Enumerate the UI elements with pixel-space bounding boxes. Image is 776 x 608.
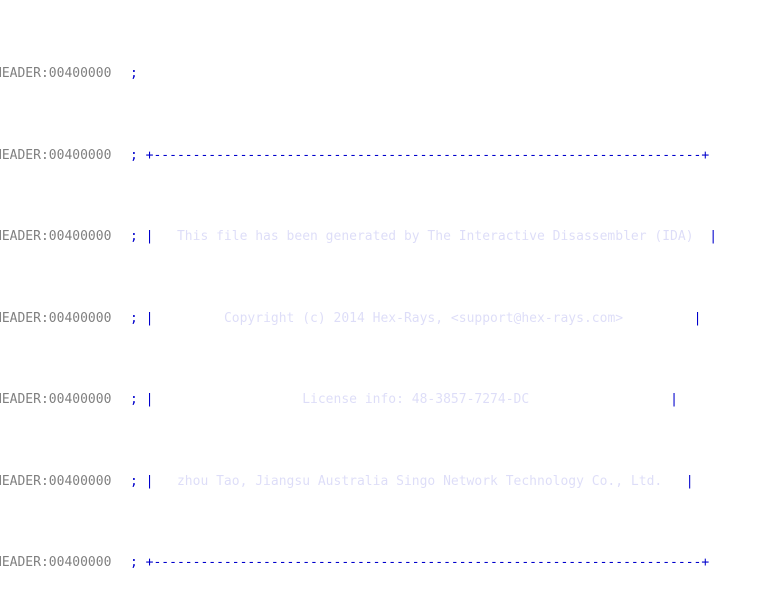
listing-row[interactable]: HEADER:00400000; | License info: 48-3857… — [0, 392, 776, 408]
address-gutter: HEADER:00400000 — [0, 229, 112, 245]
address-gutter: HEADER:00400000 — [0, 555, 112, 571]
comment-marker: ; — [130, 392, 146, 408]
address-gutter: HEADER:00400000 — [0, 66, 112, 82]
banner-text-1: This file has been generated by The Inte… — [176, 229, 694, 245]
address-gutter: HEADER:00400000 — [0, 473, 112, 489]
banner-text-3: License info: 48-3857-7274-DC — [302, 392, 530, 408]
comment-marker: ; — [130, 229, 146, 245]
banner-text-2: Copyright (c) 2014 Hex-Rays, <support@he… — [223, 310, 624, 326]
banner-text-4: zhou Tao, Jiangsu Australia Singo Networ… — [176, 473, 663, 489]
listing-row[interactable]: HEADER:00400000; | This file has been ge… — [0, 229, 776, 245]
address-gutter: HEADER:00400000 — [0, 147, 112, 163]
banner-side-right: | — [670, 392, 678, 408]
address-gutter: HEADER:00400000 — [0, 310, 112, 326]
comment-marker: ; — [130, 66, 146, 82]
disassembly-listing[interactable]: HEADER:00400000; HEADER:00400000; +-----… — [0, 1, 776, 608]
listing-row[interactable]: HEADER:00400000; +----------------------… — [0, 148, 776, 164]
banner-top-border: +---------------------------------------… — [145, 147, 710, 163]
banner-bottom-border: +---------------------------------------… — [145, 555, 710, 571]
listing-row[interactable]: HEADER:00400000; | zhou Tao, Jiangsu Aus… — [0, 474, 776, 490]
banner-side-right: | — [685, 473, 694, 489]
comment-marker: ; — [130, 473, 146, 489]
comment-marker: ; — [130, 310, 146, 326]
ida-disassembly-view[interactable]: HEADER:00400000; HEADER:00400000; +-----… — [0, 0, 776, 608]
comment-marker: ; — [130, 555, 146, 571]
listing-row[interactable]: HEADER:00400000; — [0, 66, 776, 82]
banner-side-right: | — [693, 310, 702, 326]
listing-row[interactable]: HEADER:00400000; | Copyright (c) 2014 He… — [0, 311, 776, 327]
banner-side-right: | — [709, 229, 718, 245]
comment-marker: ; — [130, 147, 146, 163]
address-gutter: HEADER:00400000 — [0, 392, 112, 408]
listing-row[interactable]: HEADER:00400000; +----------------------… — [0, 555, 776, 571]
